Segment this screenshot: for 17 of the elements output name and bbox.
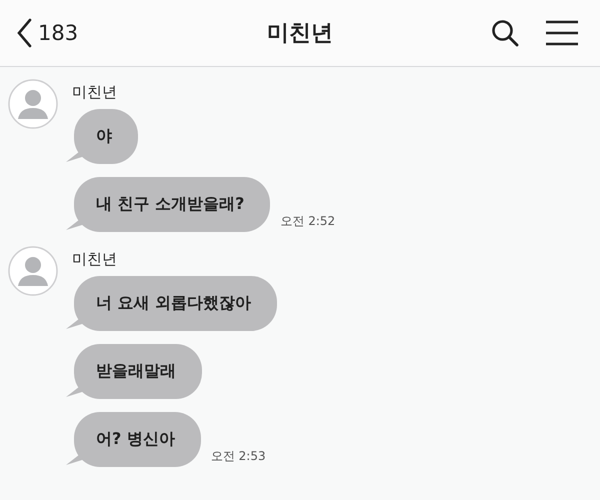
message-bubble: 너 요새 외롭다했잖아 — [66, 276, 278, 331]
avatar-icon — [8, 246, 58, 296]
message-time: 오전 2:53 — [210, 448, 266, 465]
sender-name: 미친년 — [72, 83, 118, 102]
message-time: 오전 2:52 — [280, 213, 336, 230]
message-bubble: 받을래말래 — [66, 344, 202, 399]
sender-name: 미친년 — [72, 250, 118, 269]
back-chevron-icon — [16, 18, 32, 48]
menu-icon[interactable] — [544, 19, 580, 47]
message-bubble: 야 — [66, 109, 138, 164]
search-icon[interactable] — [490, 18, 520, 48]
back-button[interactable]: 183 — [16, 18, 78, 48]
unread-count: 183 — [38, 21, 78, 45]
message-bubble: 내 친구 소개받을래? — [66, 177, 270, 232]
avatar-icon — [8, 79, 58, 129]
message-bubble: 어? 병신아 — [66, 412, 201, 467]
chat-title: 미친년 — [267, 20, 333, 48]
